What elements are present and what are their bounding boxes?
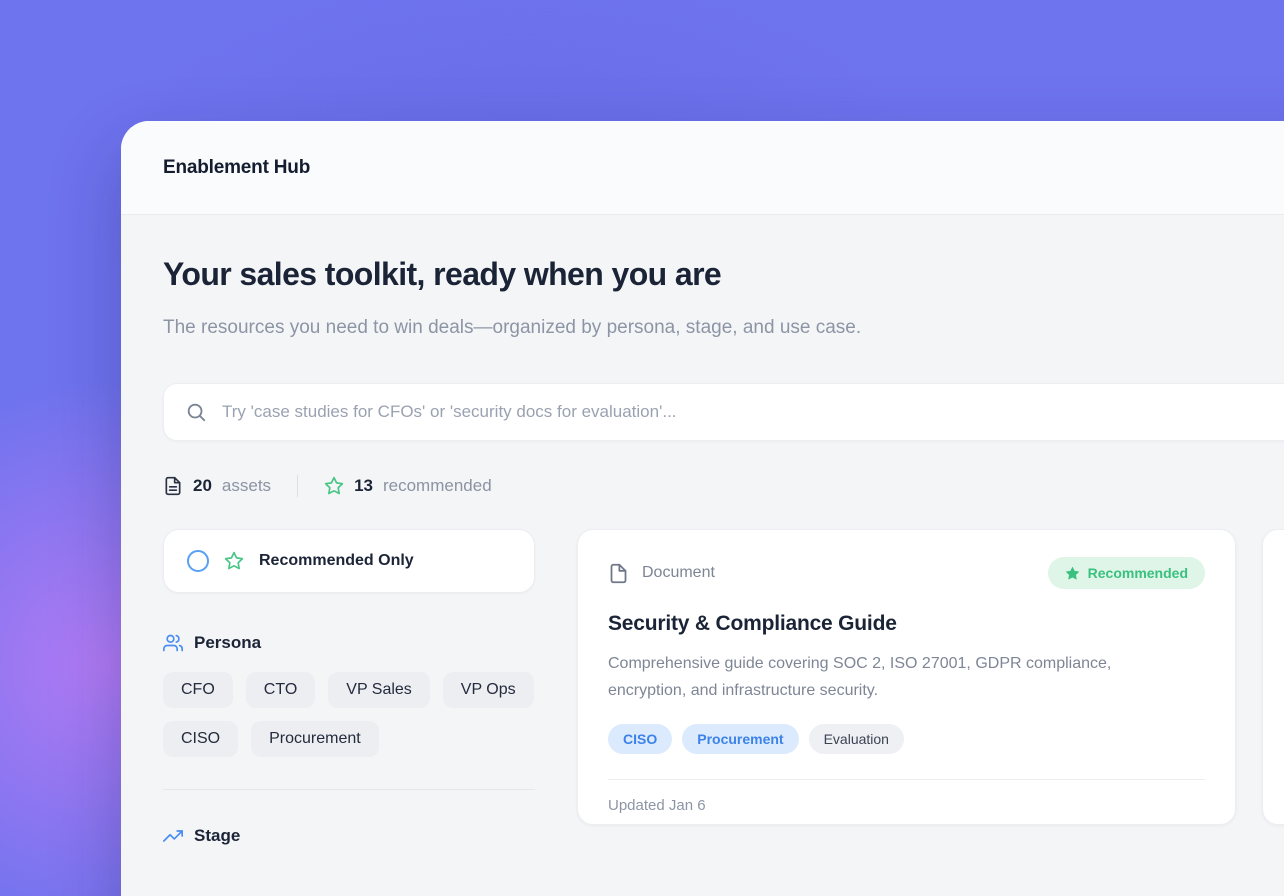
card-divider	[608, 779, 1205, 780]
recommended-label: recommended	[383, 476, 492, 496]
search-input[interactable]	[222, 402, 1284, 422]
persona-chips: CFO CTO VP Sales VP Ops CISO Procurement	[163, 672, 535, 757]
content-layout: Recommended Only Persona CFO CTO VP Sale…	[163, 529, 1284, 846]
star-icon	[224, 551, 244, 571]
tag-procurement[interactable]: Procurement	[682, 724, 798, 754]
assets-stat: 20 assets	[163, 476, 271, 496]
persona-heading: Persona	[163, 633, 535, 653]
card-tags: CISO Procurement Evaluation	[608, 724, 1205, 754]
persona-chip-vp-sales[interactable]: VP Sales	[328, 672, 430, 708]
file-icon	[608, 563, 629, 584]
app-title: Enablement Hub	[163, 157, 310, 179]
radio-circle-icon[interactable]	[187, 550, 209, 572]
asset-card[interactable]: Document Recommended Security & Complian…	[577, 529, 1236, 825]
card-type-label: Document	[642, 564, 715, 582]
recommended-badge-label: Recommended	[1088, 565, 1188, 581]
recommended-count: 13	[354, 476, 373, 496]
page-subtitle: The resources you need to win deals—orga…	[163, 311, 983, 345]
recommended-only-label: Recommended Only	[259, 552, 414, 570]
tag-evaluation[interactable]: Evaluation	[809, 724, 904, 754]
asset-card-partial[interactable]	[1262, 529, 1284, 825]
recommended-badge: Recommended	[1048, 557, 1205, 589]
recommended-only-toggle[interactable]: Recommended Only	[163, 529, 535, 593]
main-content: Your sales toolkit, ready when you are T…	[121, 215, 1284, 846]
persona-chip-ciso[interactable]: CISO	[163, 721, 238, 757]
persona-chip-vp-ops[interactable]: VP Ops	[443, 672, 534, 708]
filters-sidebar: Recommended Only Persona CFO CTO VP Sale…	[163, 529, 535, 846]
recommended-stat: 13 recommended	[324, 476, 492, 496]
assets-count: 20	[193, 476, 212, 496]
card-description: Comprehensive guide covering SOC 2, ISO …	[608, 650, 1194, 704]
card-updated: Updated Jan 6	[608, 797, 1205, 814]
stats-divider	[297, 475, 298, 497]
persona-chip-procurement[interactable]: Procurement	[251, 721, 379, 757]
card-header: Document Recommended	[608, 557, 1205, 589]
document-icon	[163, 476, 183, 496]
stage-heading: Stage	[163, 826, 535, 846]
sidebar-divider	[163, 789, 535, 790]
assets-label: assets	[222, 476, 271, 496]
star-icon	[324, 476, 344, 496]
page-title: Your sales toolkit, ready when you are	[163, 256, 1284, 293]
stage-label: Stage	[194, 826, 240, 846]
app-header: Enablement Hub	[121, 121, 1284, 215]
tag-ciso[interactable]: CISO	[608, 724, 672, 754]
search-icon	[185, 401, 207, 423]
card-title[interactable]: Security & Compliance Guide	[608, 612, 1205, 636]
card-type: Document	[608, 563, 715, 584]
persona-chip-cto[interactable]: CTO	[246, 672, 315, 708]
stats-row: 20 assets 13 recommended	[163, 475, 1284, 497]
persona-label: Persona	[194, 633, 261, 653]
search-bar[interactable]	[163, 383, 1284, 441]
trending-up-icon	[163, 826, 183, 846]
users-icon	[163, 633, 183, 653]
persona-chip-cfo[interactable]: CFO	[163, 672, 233, 708]
app-window: Enablement Hub Your sales toolkit, ready…	[121, 121, 1284, 896]
star-filled-icon	[1065, 566, 1080, 581]
asset-cards: Document Recommended Security & Complian…	[577, 529, 1284, 825]
